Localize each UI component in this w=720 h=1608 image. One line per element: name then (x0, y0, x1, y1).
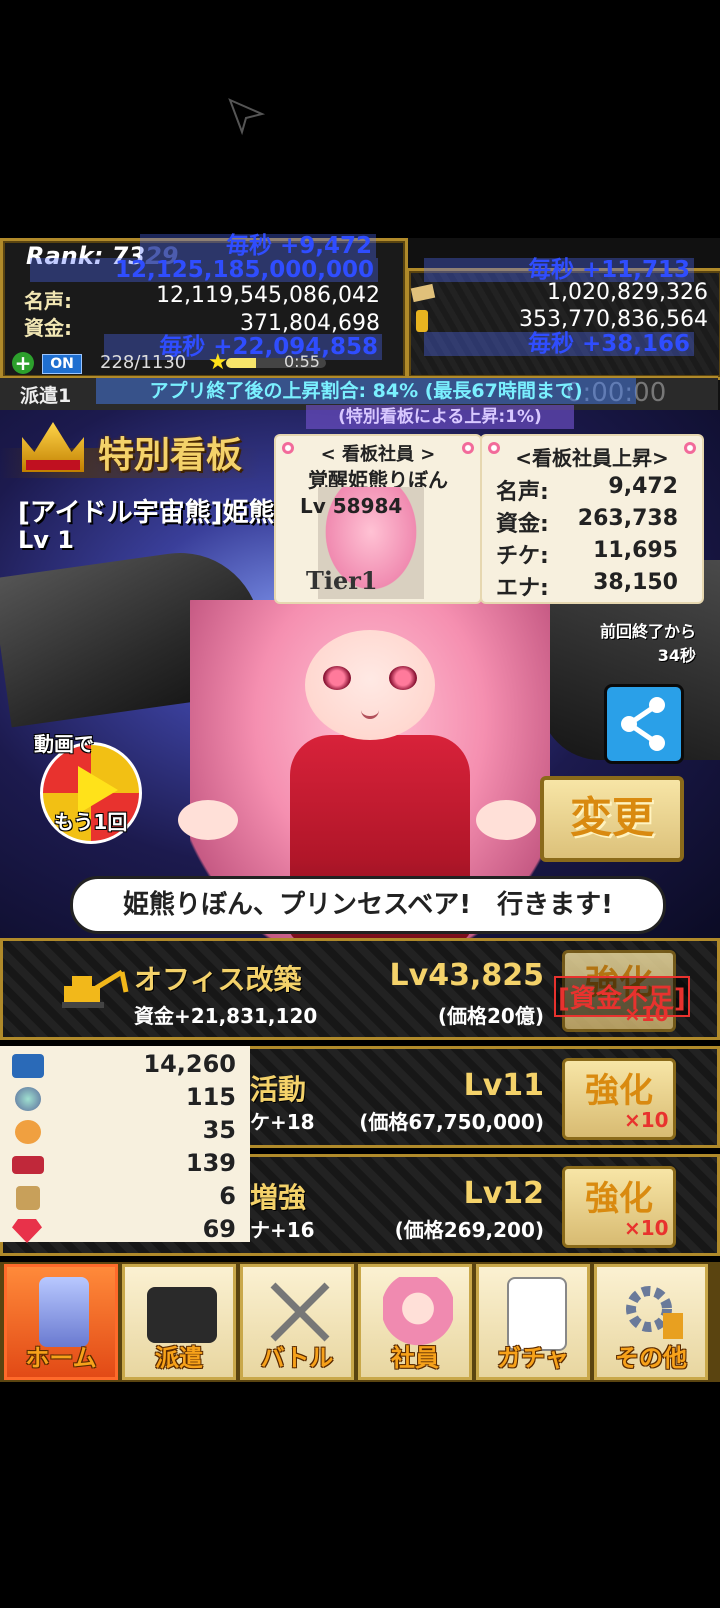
add-stamina-icon[interactable]: + (12, 352, 34, 374)
item-inventory-panel: 14,260 115 35 139 6 69 (0, 1046, 250, 1243)
upgrade-level: Lv11 (463, 1068, 544, 1103)
inventory-item: 35 (0, 1116, 236, 1149)
funds-value: 371,804,698 (240, 311, 380, 336)
stamina-timer: 0:55 (284, 352, 320, 371)
multiplier-label: ×10 (624, 1108, 669, 1132)
nav-label: 派遣 (155, 1344, 203, 1372)
share-icon (621, 697, 665, 751)
scroll-icon (16, 1186, 40, 1210)
energy-per-second: 毎秒 +38,166 (424, 332, 694, 356)
nav-label: その他 (615, 1344, 687, 1372)
character-speech-bubble: 姫熊りぼん、プリンセスベア! 行きます! (70, 876, 666, 934)
nav-staff[interactable]: 社員 (358, 1264, 472, 1380)
nav-label: バトル (260, 1344, 334, 1372)
upgrade-name: 活動 (250, 1073, 307, 1106)
signboard-bonus: (特別看板による上昇:1%) (306, 405, 574, 429)
star-icon: ★ (208, 350, 228, 375)
crown-base (26, 460, 80, 470)
gem-icon (12, 1219, 42, 1243)
video-retry-label-top: 動画で (34, 732, 94, 756)
fist-icon (15, 1120, 41, 1144)
nav-battle[interactable]: バトル (240, 1264, 354, 1380)
inventory-item: 115 (0, 1083, 236, 1116)
energy-icon (416, 310, 428, 332)
nav-home[interactable]: ホーム (4, 1264, 118, 1380)
ticket-value: 1,020,829,326 (547, 280, 708, 305)
character-face (305, 630, 435, 740)
nav-label: ホーム (25, 1344, 97, 1372)
bonus-card-heading: <看板社員上昇> (515, 446, 669, 470)
nav-label: 社員 (391, 1344, 439, 1372)
change-signboard-button[interactable]: 変更 (540, 776, 684, 862)
auto-toggle[interactable]: ON (42, 354, 82, 374)
dispatch-label: 派遣1 (20, 385, 72, 407)
multiplier-label: ×10 (624, 1216, 669, 1240)
upgrade-effect: 資金+21,831,120 (134, 1004, 318, 1028)
last-close-label: 前回終了から (599, 622, 696, 641)
upgrade-level: Lv43,825 (389, 958, 544, 993)
upgrade-price: (価格67,750,000) (359, 1110, 544, 1134)
energy-value: 353,770,836,564 (519, 307, 708, 332)
inventory-item: 69 (0, 1215, 236, 1248)
funds-label: 資金: (24, 316, 72, 340)
inventory-item: 139 (0, 1149, 236, 1182)
ticket-per-second: 毎秒 +11,713 (424, 258, 694, 282)
multiplier-label: ×10 (624, 1002, 669, 1026)
fame-value: 12,119,545,086,042 (156, 283, 380, 308)
gear-icon (626, 1286, 683, 1339)
bonus-row: 名声: 9,472 (496, 474, 678, 505)
upgrade-price: (価格20億) (437, 1004, 544, 1028)
inventory-item: 14,260 (0, 1050, 236, 1083)
briefcase-icon (147, 1287, 217, 1343)
offline-rate-banner: アプリ終了後の上昇割合: 84% (最長67時間まで) (96, 378, 636, 404)
swords-icon (270, 1282, 330, 1342)
fame-label: 名声: (24, 289, 72, 313)
upgrade-name: オフィス改築 (134, 963, 302, 996)
building-icon (39, 1277, 89, 1347)
inventory-item: 6 (0, 1182, 236, 1215)
character-hand-right (476, 800, 536, 840)
signboard-character-name: [アイドル宇宙熊]姫熊 (18, 498, 275, 528)
nav-other[interactable]: その他 (594, 1264, 708, 1380)
staff-tier: Tier1 (306, 566, 378, 595)
bonus-row: エナ: 38,150 (496, 570, 678, 601)
stamina-value: 228/1130 (100, 352, 187, 373)
nav-gacha[interactable]: ガチャ (476, 1264, 590, 1380)
share-button[interactable] (604, 684, 684, 764)
orb-icon (15, 1087, 41, 1111)
signboard-bonus-card: <看板社員上昇> 名声: 9,472 資金: 263,738 チケ: 11,695 エ… (482, 436, 702, 602)
staff-card-level: Lv 58984 (300, 494, 403, 518)
fame-total-overlay: 12,125,185,000,000 (30, 258, 378, 282)
ticket-icon (12, 1054, 44, 1078)
upgrade-level: Lv12 (463, 1176, 544, 1211)
bonus-row: 資金: 263,738 (496, 506, 678, 537)
video-retry-label-bottom: もう1回 (54, 810, 128, 834)
character-hand-left (178, 800, 238, 840)
staff-icon (383, 1277, 453, 1347)
bonus-row: チケ: 11,695 (496, 538, 678, 569)
signboard-title: 特別看板 (98, 435, 243, 476)
insufficient-funds-label: [資金不足] (554, 976, 690, 1017)
fame-per-second: 毎秒 +9,472 (140, 234, 376, 258)
last-close-time: 34秒 (657, 646, 696, 665)
staff-card-heading: < 看板社員 > (320, 444, 436, 465)
upgrade-name: 増強 (250, 1181, 307, 1214)
excavator-icon (60, 966, 130, 1010)
upgrade-price: (価格269,200) (394, 1218, 544, 1242)
upgrade-effect: ナ+16 (250, 1218, 315, 1242)
cast-icon[interactable] (226, 96, 266, 136)
upgrade-effect: ケ+18 (250, 1110, 315, 1134)
nav-label: ガチャ (497, 1344, 569, 1372)
nav-dispatch[interactable]: 派遣 (122, 1264, 236, 1380)
card-icon (12, 1156, 44, 1174)
signboard-character-level: Lv 1 (18, 526, 74, 554)
